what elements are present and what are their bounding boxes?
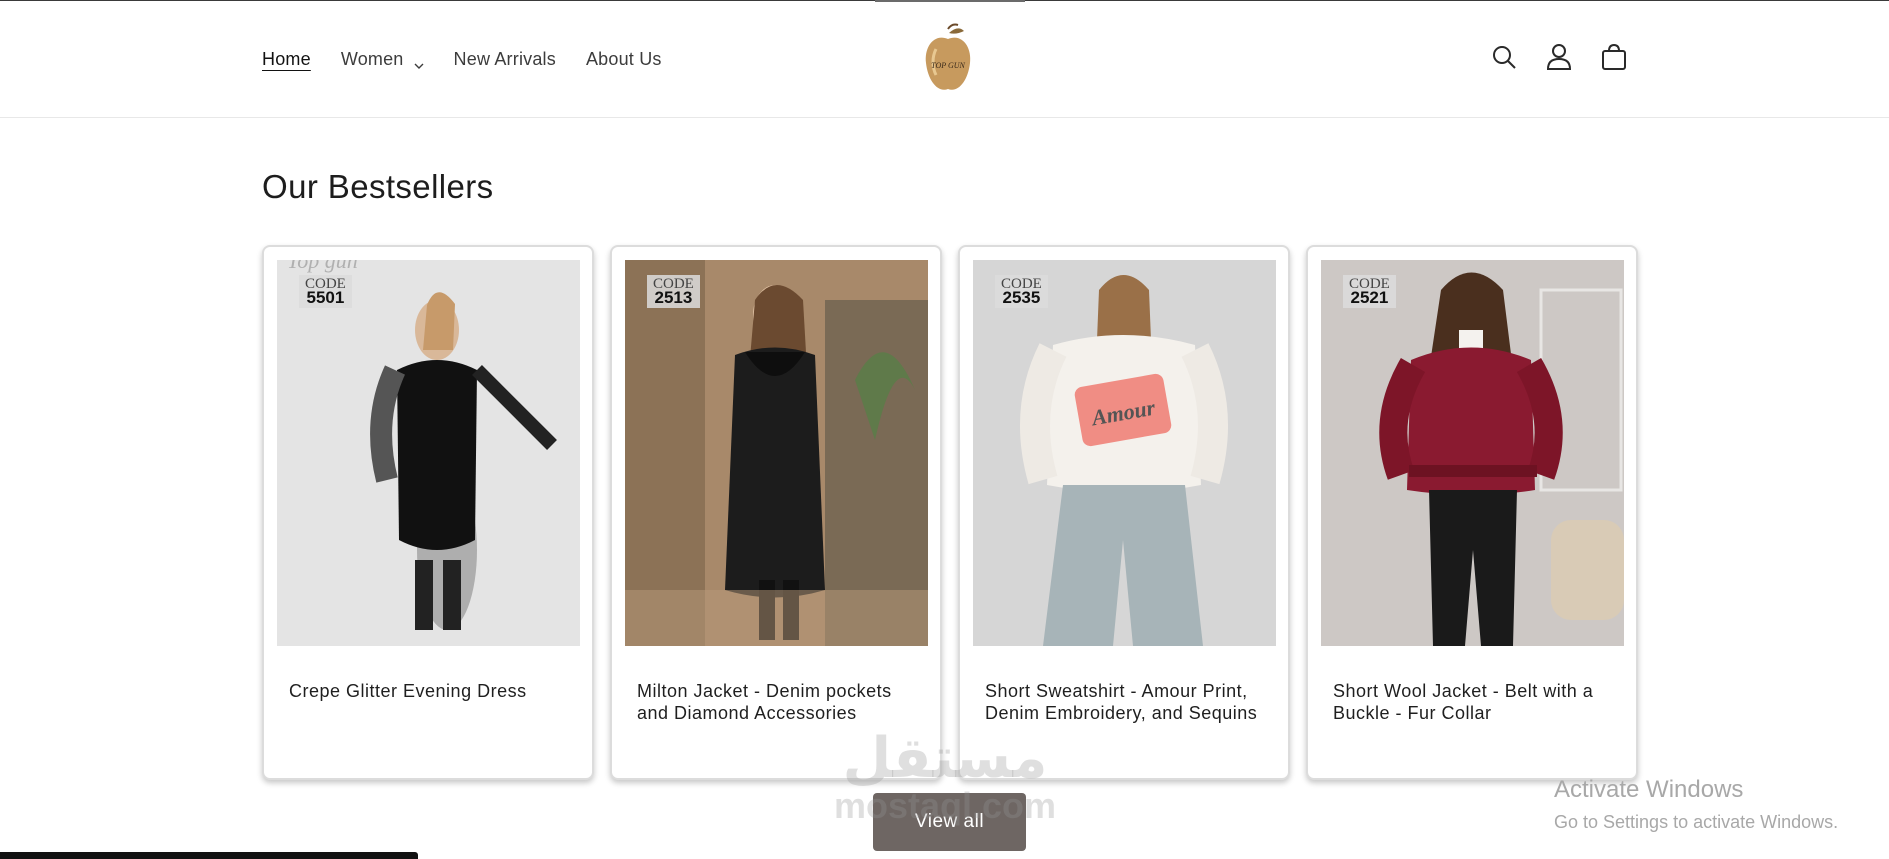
site-header: Home Women New Arrivals About Us TOP GUN	[0, 1, 1889, 118]
nav-women-label: Women	[340, 49, 404, 69]
code-number: 2513	[654, 288, 693, 307]
nav-about-us[interactable]: About Us	[586, 49, 662, 70]
product-title[interactable]: Crepe Glitter Evening Dress	[289, 680, 574, 702]
product-title[interactable]: Short Wool Jacket - Belt with a Buckle -…	[1333, 680, 1618, 724]
product-image[interactable]: CODE 2521	[1321, 260, 1624, 646]
chevron-down-icon	[414, 55, 424, 69]
product-image[interactable]: CODE 2513	[625, 260, 928, 646]
header-icons	[1488, 41, 1653, 73]
activate-title: Activate Windows	[1554, 776, 1744, 803]
search-icon[interactable]	[1488, 41, 1520, 73]
code-number: 2521	[1350, 288, 1389, 307]
product-card[interactable]: CODE 2513 Milton Jacket - Denim pockets …	[610, 245, 942, 780]
image-brand-text: Top gun	[287, 260, 358, 273]
product-card[interactable]: CODE 2521 Short Wool Jacket - Belt with …	[1306, 245, 1638, 780]
product-card[interactable]: Amour CODE 2535 Short Sweatshirt - Amour…	[958, 245, 1290, 780]
view-all-button[interactable]: View all	[873, 793, 1026, 851]
code-number: 2535	[1002, 288, 1041, 307]
product-code-badge: CODE 2535	[995, 275, 1048, 308]
logo-text: TOP GUN	[931, 61, 965, 70]
product-code-badge: CODE 2513	[647, 275, 700, 308]
product-grid: Top gun CODE 5501 Crepe Glitter Evening …	[262, 245, 1654, 780]
nav-home[interactable]: Home	[262, 49, 311, 70]
product-image[interactable]: Top gun CODE 5501	[277, 260, 580, 646]
product-code-badge: CODE 2521	[1343, 275, 1396, 308]
account-icon[interactable]	[1543, 41, 1575, 73]
section-title: Our Bestsellers	[262, 168, 494, 205]
code-number: 5501	[306, 288, 345, 307]
product-title[interactable]: Short Sweatshirt - Amour Print, Denim Em…	[985, 680, 1270, 724]
product-title[interactable]: Milton Jacket - Denim pockets and Diamon…	[637, 680, 922, 724]
product-card[interactable]: Top gun CODE 5501 Crepe Glitter Evening …	[262, 245, 594, 780]
activate-subtitle: Go to Settings to activate Windows.	[1554, 812, 1839, 832]
bottom-bar	[0, 852, 418, 859]
product-image[interactable]: Amour CODE 2535	[973, 260, 1276, 646]
nav-new-arrivals[interactable]: New Arrivals	[454, 49, 556, 70]
brand-logo[interactable]: TOP GUN	[922, 23, 974, 95]
nav-women[interactable]: Women	[341, 49, 424, 70]
activate-windows-notice: Activate Windows Go to Settings to activ…	[1554, 776, 1838, 833]
main-nav: Home Women New Arrivals About Us	[262, 49, 692, 70]
cart-icon[interactable]	[1598, 41, 1630, 73]
product-code-badge: CODE 5501	[299, 275, 352, 308]
